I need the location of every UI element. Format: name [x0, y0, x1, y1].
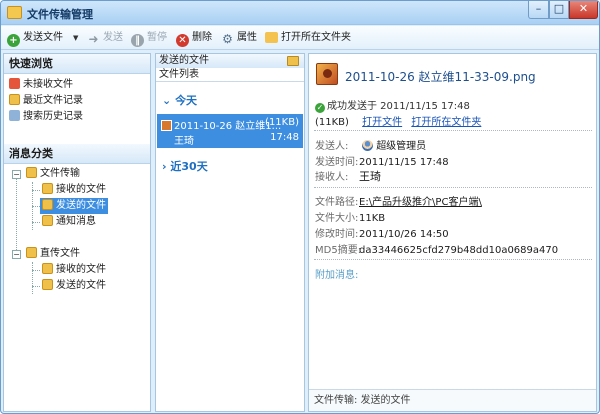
maximize-button[interactable]: □ — [549, 1, 569, 19]
group-last-30-days[interactable]: › 近30天 — [162, 158, 208, 174]
properties-button[interactable]: ⚙ 属性 — [221, 30, 257, 46]
gear-icon: ⚙ — [222, 32, 233, 46]
received-file-icon — [42, 263, 53, 274]
send-time-row: 发送时间:2011/11/15 17:48 — [315, 157, 449, 168]
folder-icon — [26, 247, 37, 258]
minimize-button[interactable]: – — [528, 1, 549, 19]
notification-icon — [42, 215, 53, 226]
divider — [314, 187, 592, 188]
send-arrow-icon: ➜ — [88, 32, 99, 46]
file-list-panel: 发送的文件 文件列表 ⌄ 今天 2011-10-26 赵立维1... (11KB… — [155, 53, 305, 412]
tree-node-notifications[interactable]: 通知消息 — [40, 214, 98, 230]
user-icon — [362, 140, 374, 151]
expand-chevron-icon: ⌄ — [162, 94, 172, 107]
extra-message-label: 附加消息: — [315, 270, 359, 281]
divider — [314, 130, 592, 131]
delete-icon: ✕ — [176, 34, 189, 47]
md5-row: MD5摘要:da33446625cfd279b48dd10a0689a470 — [315, 245, 559, 256]
file-list-header: 发送的文件 — [156, 54, 304, 68]
quick-item-search-history[interactable]: 搜索历史记录 — [4, 109, 150, 125]
image-file-icon — [161, 120, 172, 131]
send-button[interactable]: ➜ 发送 — [87, 30, 123, 46]
modified-row: 修改时间:2011/10/26 14:50 — [315, 229, 449, 240]
tree-node-direct-received[interactable]: 接收的文件 — [40, 262, 108, 278]
tree-line — [32, 190, 40, 191]
received-file-icon — [42, 183, 53, 194]
quick-item-recent[interactable]: 最近文件记录 — [4, 93, 150, 109]
send-status: ✓ 成功发送于 2011/11/15 17:48 — [315, 101, 470, 113]
collapse-toggle-file-transfer[interactable]: − — [12, 170, 21, 179]
tree-node-sent-files[interactable]: 发送的文件 — [40, 198, 108, 214]
detail-panel: 2011-10-26 赵立维11-33-09.png ✓ 成功发送于 2011/1… — [308, 53, 597, 412]
group-today[interactable]: ⌄ 今天 — [162, 92, 197, 108]
title-bar[interactable]: 文件传输管理 – □ ✕ — [1, 1, 599, 25]
receiver-row: 接收人: 王琦 — [315, 170, 381, 183]
open-folder-link[interactable]: 打开所在文件夹 — [411, 117, 481, 128]
tree-line — [32, 262, 33, 294]
search-history-icon — [9, 110, 20, 121]
category-tree: − 文件传输 接收的文件 发送的文件 通知消息 − 直传文件 接收的文件 发送的… — [4, 164, 150, 314]
status-footer: 文件传输: 发送的文件 — [309, 389, 596, 411]
tree-line — [16, 174, 17, 254]
file-row-recipient: 王琦 — [174, 136, 194, 147]
file-row-time: 17:48 — [270, 132, 299, 143]
recent-file-icon — [9, 94, 20, 105]
left-panel: 快速浏览 未接收文件 最近文件记录 搜索历史记录 消息分类 − 文件传输 接收的… — [3, 53, 151, 412]
send-file-button[interactable]: + 发送文件 — [7, 30, 63, 47]
file-list-subheader: 文件列表 — [156, 68, 304, 82]
toolbar: + 发送文件 ▼ ➜ 发送 ‖ 暂停 ✕ 删除 ⚙ 属性 打开所在文件夹 — [1, 26, 599, 50]
folder-icon — [26, 167, 37, 178]
send-file-dropdown-arrow[interactable]: ▼ — [73, 30, 78, 46]
tree-node-direct-sent[interactable]: 发送的文件 — [40, 278, 108, 294]
open-folder-button[interactable]: 打开所在文件夹 — [265, 30, 351, 46]
open-file-link[interactable]: 打开文件 — [362, 117, 402, 128]
close-button[interactable]: ✕ — [569, 1, 598, 19]
unreceived-file-icon — [9, 78, 20, 89]
tree-line — [32, 206, 40, 207]
pause-button[interactable]: ‖ 暂停 — [131, 30, 167, 47]
collapse-chevron-icon: › — [162, 160, 167, 173]
tree-node-direct-files[interactable]: 直传文件 — [24, 246, 82, 262]
plus-icon: + — [7, 34, 20, 47]
categories-header: 消息分类 — [4, 144, 150, 164]
collapse-toggle-direct-files[interactable]: − — [12, 250, 21, 259]
categories-section: 消息分类 − 文件传输 接收的文件 发送的文件 通知消息 − 直传文件 接收的文… — [4, 144, 150, 314]
add-file-icon[interactable] — [287, 56, 299, 66]
window-title: 文件传输管理 — [27, 8, 93, 21]
size-and-actions: (11KB) 打开文件 打开所在文件夹 — [315, 117, 482, 128]
tree-node-file-transfer[interactable]: 文件传输 — [24, 166, 82, 182]
sent-file-icon — [42, 279, 53, 290]
file-transfer-window: 文件传输管理 – □ ✕ + 发送文件 ▼ ➜ 发送 ‖ 暂停 ✕ 删除 ⚙ 属性 打开所… — [0, 0, 600, 414]
quick-item-unreceived[interactable]: 未接收文件 — [4, 77, 150, 93]
success-check-icon: ✓ — [315, 103, 325, 113]
pause-icon: ‖ — [131, 34, 144, 47]
file-row-size: (11KB) — [265, 117, 299, 128]
open-folder-icon — [265, 32, 278, 43]
file-row-selected[interactable]: 2011-10-26 赵立维1... (11KB) 王琦 17:48 — [157, 114, 303, 148]
tree-line — [32, 222, 40, 223]
path-row: 文件路径:E:\产品升级推介\PC客户端\ — [315, 197, 482, 208]
tree-node-received-files[interactable]: 接收的文件 — [40, 182, 108, 198]
sender-row: 发送人: 超级管理员 — [315, 140, 427, 152]
image-file-icon — [316, 63, 338, 85]
tree-line — [32, 286, 40, 287]
file-path-link[interactable]: E:\产品升级推介\PC客户端\ — [359, 197, 482, 208]
tree-line — [32, 270, 40, 271]
detail-filename: 2011-10-26 赵立维11-33-09.png — [345, 70, 536, 84]
filesize-row: 文件大小:11KB — [315, 213, 386, 224]
delete-button[interactable]: ✕ 删除 — [176, 30, 212, 47]
quick-browse-header: 快速浏览 — [4, 54, 150, 74]
folder-app-icon — [7, 6, 22, 19]
divider — [314, 259, 592, 260]
sent-file-icon — [42, 199, 53, 210]
